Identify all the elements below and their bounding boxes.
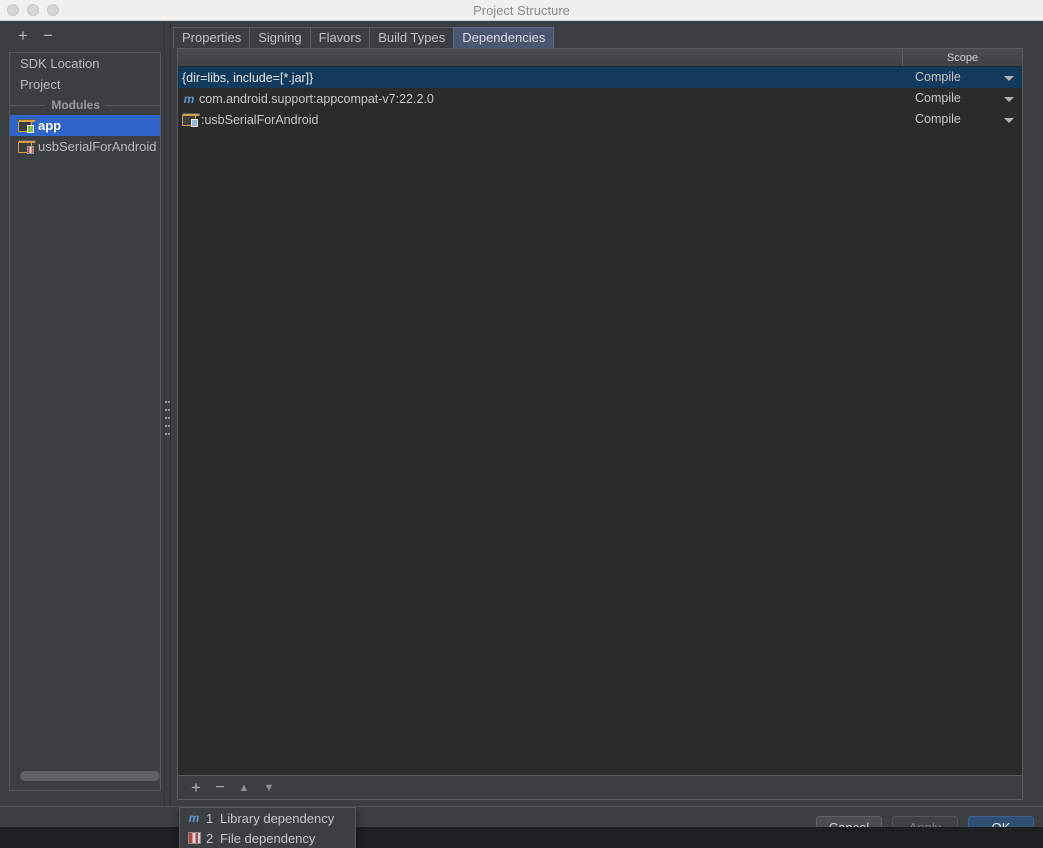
dependency-scope-cell[interactable]: Compile	[903, 67, 1022, 88]
dependency-name-cell: :usbSerialForAndroid	[178, 113, 903, 127]
sidebar: + − SDK Location Project Modules app usb…	[0, 21, 161, 806]
add-dependency-menu: m 1 Library dependency 2 File dependency…	[179, 807, 356, 848]
sidebar-list: SDK Location Project Modules app usbSeri…	[9, 52, 161, 791]
menu-item-number: 1	[206, 810, 214, 826]
splitter-grip-icon	[165, 401, 170, 435]
sidebar-item-app[interactable]: app	[10, 115, 160, 136]
tab-properties[interactable]: Properties	[173, 27, 251, 48]
tab-dependencies[interactable]: Dependencies	[453, 27, 555, 48]
table-row[interactable]: :usbSerialForAndroid Compile	[178, 109, 1022, 130]
dependency-name-cell: {dir=libs, include=[*.jar]}	[178, 71, 903, 85]
dependency-scope-cell[interactable]: Compile	[903, 88, 1022, 109]
move-down-button[interactable]: ▼	[260, 779, 278, 797]
menu-item-library-dependency[interactable]: m 1 Library dependency	[180, 808, 355, 828]
dependency-name: :usbSerialForAndroid	[201, 112, 319, 127]
dependency-name: {dir=libs, include=[*.jar]}	[182, 70, 314, 85]
sidebar-toolbar: + −	[0, 21, 161, 52]
dependencies-table: Scope {dir=libs, include=[*.jar]} Compil…	[177, 48, 1023, 776]
desktop-background	[0, 827, 1043, 848]
sidebar-group-modules: Modules	[10, 95, 160, 115]
remove-module-button[interactable]: −	[39, 27, 57, 45]
dependency-scope-cell[interactable]: Compile	[903, 109, 1022, 130]
add-dependency-button[interactable]: +	[187, 779, 205, 797]
column-header-scope[interactable]: Scope	[903, 49, 1022, 66]
column-header-name[interactable]	[178, 49, 903, 66]
sidebar-scrollbar-thumb[interactable]	[20, 771, 160, 781]
dependency-scope-value: Compile	[915, 112, 961, 126]
sidebar-item-label: app	[38, 118, 62, 133]
tab-flavors[interactable]: Flavors	[309, 27, 371, 48]
dependency-name: com.android.support:appcompat-v7:22.2.0	[199, 91, 434, 106]
module-editor-panel: Properties Signing Flavors Build Types D…	[173, 21, 1043, 806]
editor-tabs: Properties Signing Flavors Build Types D…	[173, 26, 555, 48]
menu-item-number: 2	[206, 830, 214, 846]
table-row[interactable]: m com.android.support:appcompat-v7:22.2.…	[178, 88, 1022, 109]
dependency-name-cell: m com.android.support:appcompat-v7:22.2.…	[178, 92, 903, 106]
maven-library-icon: m	[188, 811, 200, 825]
move-up-button[interactable]: ▲	[235, 779, 253, 797]
table-header: Scope	[178, 49, 1022, 67]
sidebar-item-sdk-location[interactable]: SDK Location	[10, 53, 160, 74]
android-module-icon	[18, 119, 36, 133]
window-title: Project Structure	[473, 3, 570, 18]
module-folder-icon	[182, 113, 200, 127]
maven-library-icon: m	[183, 91, 195, 106]
tab-build-types[interactable]: Build Types	[369, 27, 455, 48]
project-structure-window: Project Structure + − SDK Location Proje…	[0, 0, 1043, 848]
sidebar-group-label: Modules	[45, 98, 106, 112]
add-module-button[interactable]: +	[14, 27, 32, 45]
table-row[interactable]: {dir=libs, include=[*.jar]} Compile	[178, 67, 1022, 88]
project-structure-dialog: + − SDK Location Project Modules app usb…	[0, 21, 1043, 848]
panel-splitter[interactable]	[161, 21, 173, 806]
dependency-scope-value: Compile	[915, 70, 961, 84]
chevron-down-icon[interactable]	[1004, 76, 1014, 81]
sidebar-item-project[interactable]: Project	[10, 74, 160, 95]
sidebar-horizontal-scrollbar[interactable]	[20, 771, 160, 781]
library-module-icon	[18, 140, 36, 154]
tab-signing[interactable]: Signing	[249, 27, 311, 48]
chevron-down-icon[interactable]	[1004, 97, 1014, 102]
library-icon	[186, 832, 202, 844]
sidebar-item-label: usbSerialForAndroid	[38, 139, 157, 154]
dependency-scope-value: Compile	[915, 91, 961, 105]
dependencies-toolbar: + − ▲ ▼	[177, 776, 1023, 800]
sidebar-item-usbserialforandroid[interactable]: usbSerialForAndroid	[10, 136, 160, 157]
window-titlebar: Project Structure	[0, 0, 1043, 21]
menu-item-label: File dependency	[220, 830, 316, 846]
remove-dependency-button[interactable]: −	[211, 779, 229, 797]
chevron-down-icon[interactable]	[1004, 118, 1014, 123]
menu-item-file-dependency[interactable]: 2 File dependency	[180, 828, 355, 848]
menu-item-label: Library dependency	[220, 810, 335, 826]
